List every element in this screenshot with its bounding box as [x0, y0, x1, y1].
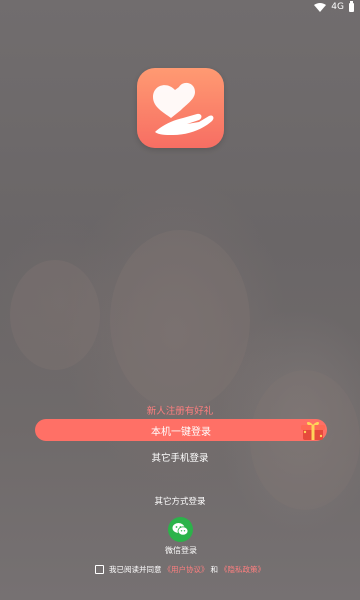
gift-box-icon: [299, 420, 327, 446]
other-phone-login-link[interactable]: 其它手机登录: [0, 450, 360, 464]
wifi-icon: [314, 2, 327, 12]
status-icons: 4G: [314, 0, 354, 12]
user-agreement-link[interactable]: 《用户协议》: [164, 564, 209, 575]
agreement-row: 我已阅读并同意 《用户协议》 和 《隐私政策》: [0, 564, 360, 575]
status-bar: 4G: [0, 0, 360, 16]
background-shape: [10, 260, 100, 370]
agreement-prefix: 我已阅读并同意: [109, 565, 162, 574]
wechat-circle: [168, 517, 193, 542]
other-methods-title: 其它方式登录: [154, 497, 206, 507]
network-label: 4G: [331, 2, 344, 12]
one-click-login-button[interactable]: 本机一键登录: [35, 419, 327, 441]
app-logo: [137, 68, 224, 148]
background-shape: [110, 230, 250, 410]
privacy-policy-link[interactable]: 《隐私政策》: [220, 564, 265, 575]
agreement-conjunction: 和: [210, 565, 219, 574]
heart-in-hand-icon: [153, 82, 214, 135]
agreement-checkbox[interactable]: [95, 565, 104, 574]
wechat-login-label: 微信登录: [165, 546, 197, 555]
wechat-login-button[interactable]: 微信登录: [165, 517, 197, 561]
new-user-promo: 新人注册有好礼: [146, 406, 214, 417]
battery-icon: [349, 0, 354, 12]
wechat-icon: [172, 523, 189, 536]
